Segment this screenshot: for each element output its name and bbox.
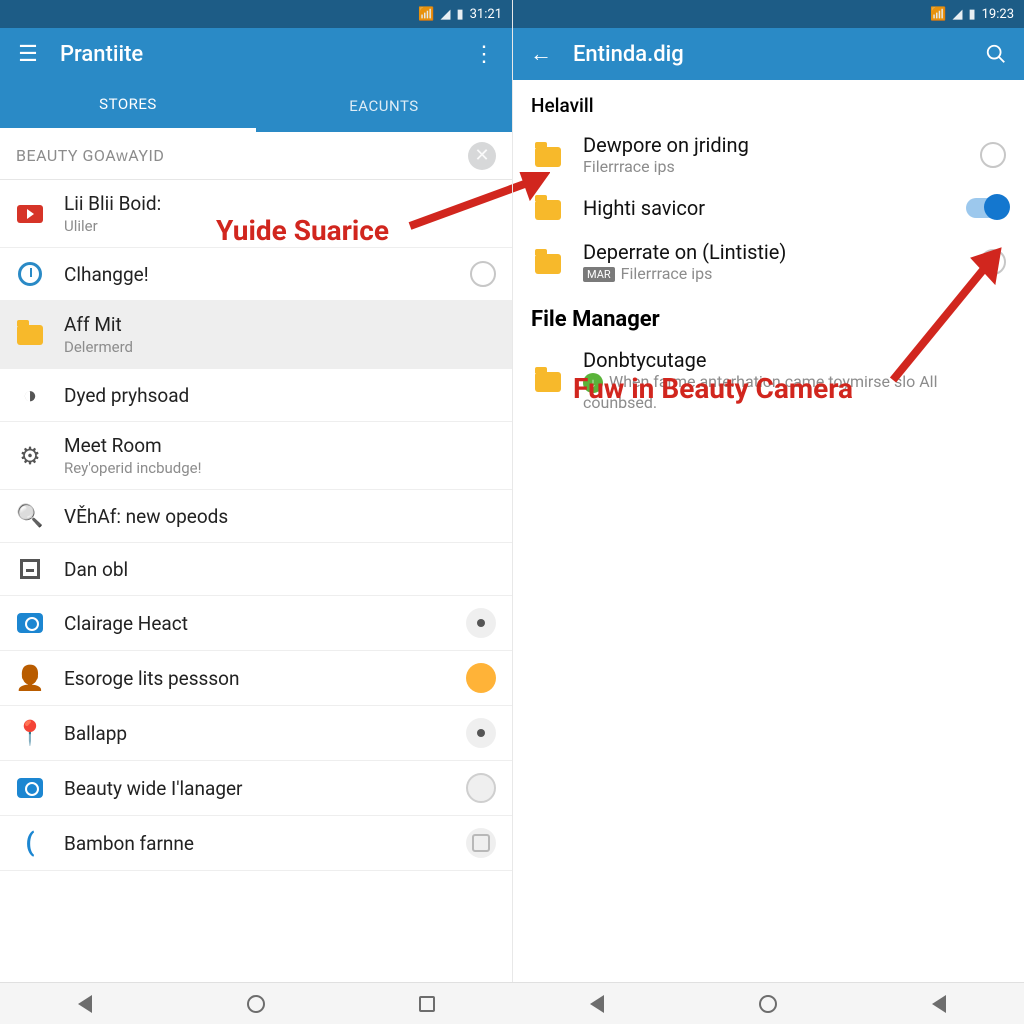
status-bar: 📶 ◢ ▮ 19:23 <box>513 0 1024 28</box>
nav-back[interactable] <box>0 983 171 1024</box>
item-subtitle: Rey'operid incbudge! <box>64 459 496 477</box>
item-icon: 👤 <box>16 664 44 692</box>
item-subtitle: Delermerd <box>64 338 496 356</box>
battery-icon: ▮ <box>456 7 463 22</box>
list-item[interactable]: Dan obl <box>0 543 512 596</box>
item-title: Esoroge lits pessson <box>64 667 446 690</box>
item-icon: 📍 <box>16 719 44 747</box>
section-header: Helavill <box>513 80 1024 123</box>
radio-button[interactable] <box>980 142 1006 168</box>
tab-accounts[interactable]: EACUNTS <box>256 80 512 132</box>
search-row[interactable]: BEAUTY GOAᴡAYID ✕ <box>0 132 512 180</box>
item-trailing <box>466 773 496 803</box>
item-title: Beauty wide I'lanager <box>64 777 446 800</box>
item-title: Highti savicor <box>583 196 948 220</box>
list-item[interactable]: Beauty wide I'lanager <box>0 761 512 816</box>
battery-icon: ▮ <box>968 7 975 22</box>
item-icon <box>16 260 44 288</box>
radio-button[interactable] <box>980 249 1006 275</box>
result-list: Lii Blii Boid: Uliler Clhangge! Aff Mit Dele… <box>0 180 512 982</box>
nav-recent[interactable] <box>341 983 512 1024</box>
system-nav-bar <box>0 982 1024 1024</box>
list-item[interactable]: 📍 Ballapp <box>0 706 512 761</box>
status-time: 19:23 <box>982 7 1014 22</box>
item-trailing <box>466 608 496 638</box>
list-item[interactable]: ( Bambon farnne <box>0 816 512 871</box>
menu-icon[interactable]: ☰ <box>14 40 42 68</box>
item-subtitle: Filerrrace ips <box>583 157 962 176</box>
clear-search-icon[interactable]: ✕ <box>468 142 496 170</box>
item-title: Dyed pryhsoad <box>64 384 496 407</box>
folder-icon <box>531 143 565 167</box>
overflow-icon[interactable]: ⋮ <box>470 40 498 68</box>
item-icon: 🔍 <box>16 502 44 530</box>
item-icon: ◑ <box>16 381 44 409</box>
tab-stores[interactable]: STORES <box>0 80 256 132</box>
item-title: Lii Blii Boid: <box>64 192 496 215</box>
list-item[interactable]: Clairage Heact <box>0 596 512 651</box>
status-time: 31:21 <box>470 7 502 22</box>
nav-home[interactable] <box>683 983 854 1024</box>
app-title: Prantiite <box>60 42 470 67</box>
app-title: Entinda.dig <box>573 42 982 67</box>
list-item[interactable]: Dewpore on jridingFilerrrace ips <box>513 123 1024 186</box>
item-title: Donbtycutage <box>583 348 1006 372</box>
signal-icon: ◢ <box>440 7 450 22</box>
wifi-icon: 📶 <box>930 7 946 22</box>
list-item[interactable]: Clhangge! <box>0 248 512 301</box>
item-title: Clhangge! <box>64 263 450 286</box>
app-bar: ☰ Prantiite ⋮ <box>0 28 512 80</box>
list-item[interactable]: Deperrate on (Lintistie)MARFilerrrace ip… <box>513 230 1024 293</box>
item-icon <box>16 200 44 228</box>
item-title: Dewpore on jriding <box>583 133 962 157</box>
list-item[interactable]: ⚙ Meet Room Rey'operid incbudge! <box>0 422 512 490</box>
signal-icon: ◢ <box>952 7 962 22</box>
nav-home[interactable] <box>171 983 342 1024</box>
item-trailing[interactable] <box>470 261 496 287</box>
search-input[interactable]: BEAUTY GOAᴡAYID <box>16 146 468 166</box>
list-item[interactable]: Donbtycutage↓When farme anterhation came… <box>513 338 1024 422</box>
tab-bar: STORES EACUNTS <box>0 80 512 132</box>
list-item[interactable]: Aff Mit Delermerd <box>0 301 512 369</box>
list-item[interactable]: Lii Blii Boid: Uliler <box>0 180 512 248</box>
back-icon[interactable]: ← <box>527 40 555 68</box>
folder-icon <box>531 196 565 220</box>
item-icon <box>16 609 44 637</box>
folder-icon <box>531 250 565 274</box>
item-title: VĚhAf: new opeods <box>64 505 496 528</box>
nav-back[interactable] <box>853 983 1024 1024</box>
list-item[interactable]: 🔍 VĚhAf: new opeods <box>0 490 512 543</box>
item-title: Dan obl <box>64 558 496 581</box>
list-item[interactable]: Highti savicor <box>513 186 1024 230</box>
folder-icon <box>531 368 565 392</box>
item-icon <box>16 774 44 802</box>
wifi-icon: 📶 <box>418 7 434 22</box>
item-title: Ballapp <box>64 722 446 745</box>
item-icon <box>16 321 44 349</box>
item-trailing <box>466 663 496 693</box>
status-bar: 📶 ◢ ▮ 31:21 <box>0 0 512 28</box>
item-subtitle: Uliler <box>64 217 496 235</box>
nav-back[interactable] <box>512 983 683 1024</box>
item-subtitle: MARFilerrrace ips <box>583 264 962 283</box>
app-bar: ← Entinda.dig <box>513 28 1024 80</box>
list-item[interactable]: 👤 Esoroge lits pessson <box>0 651 512 706</box>
item-title: Bambon farnne <box>64 832 446 855</box>
item-title: Meet Room <box>64 434 496 457</box>
search-icon[interactable] <box>982 40 1010 68</box>
toggle-switch[interactable] <box>966 198 1006 218</box>
item-trailing <box>466 828 496 858</box>
item-trailing <box>466 718 496 748</box>
item-icon: ⚙ <box>16 442 44 470</box>
item-title: Aff Mit <box>64 313 496 336</box>
list-item[interactable]: ◑ Dyed pryhsoad <box>0 369 512 422</box>
item-title: Clairage Heact <box>64 612 446 635</box>
item-icon <box>16 555 44 583</box>
section-header: File Manager <box>513 293 1024 338</box>
item-subtitle: ↓When farme anterhation came toymirse sl… <box>583 372 1006 412</box>
item-title: Deperrate on (Lintistie) <box>583 240 962 264</box>
item-icon: ( <box>16 829 44 857</box>
